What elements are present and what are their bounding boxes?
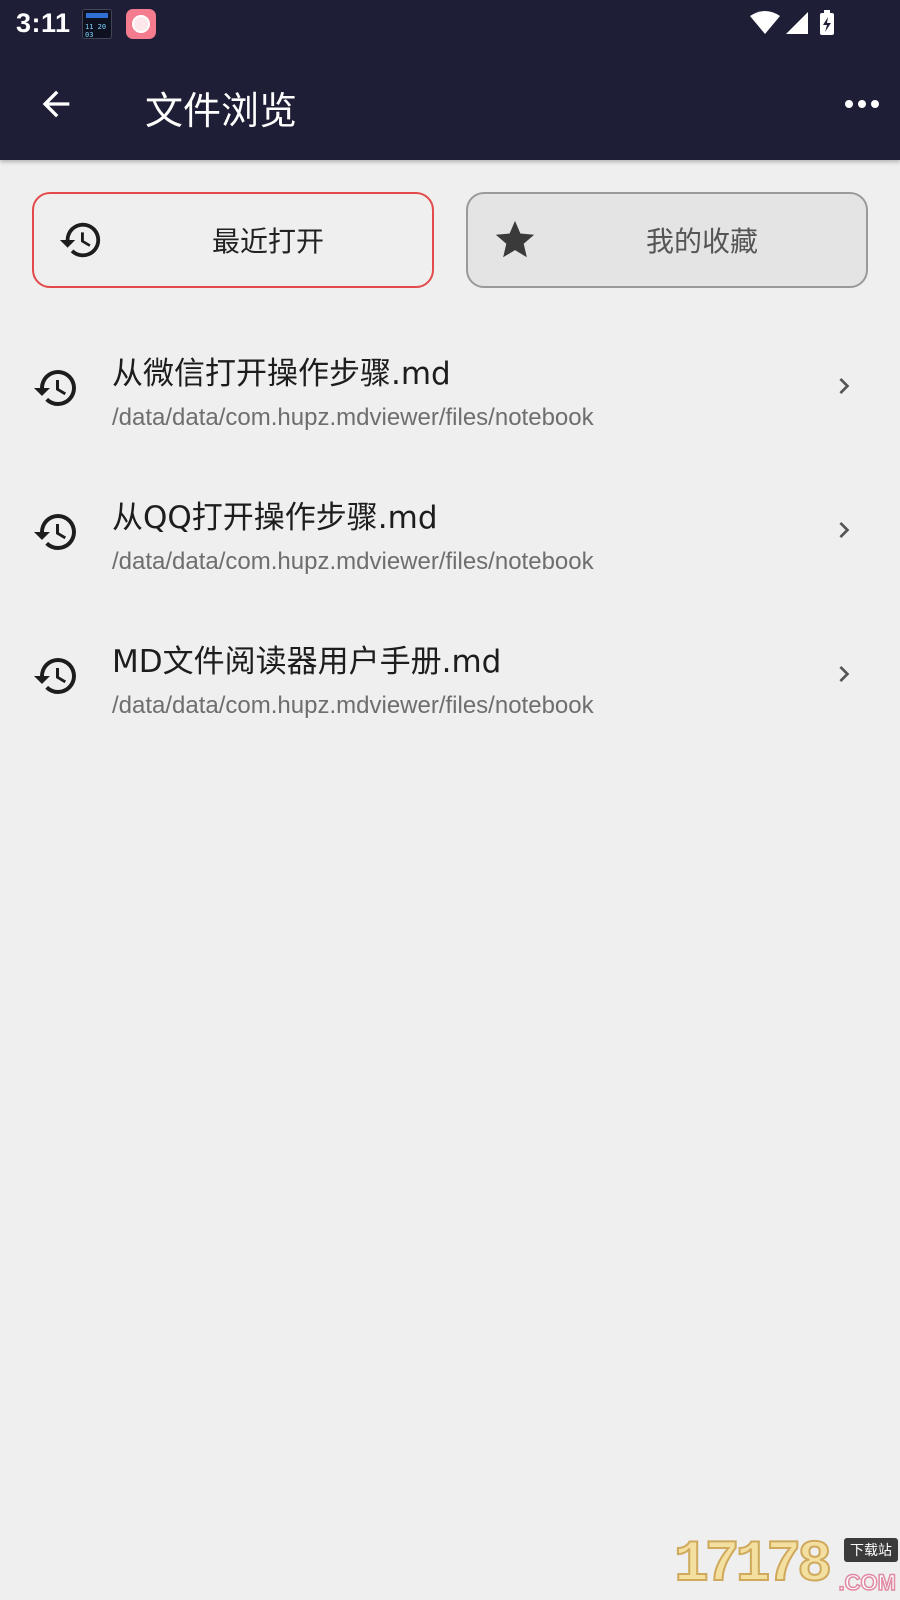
file-list-item[interactable]: 从QQ打开操作步骤.md /data/data/com.hupz.mdviewe… [0, 464, 900, 608]
file-path: /data/data/com.hupz.mdviewer/files/noteb… [112, 548, 594, 575]
back-button[interactable] [30, 78, 82, 130]
watermark-suffix: .COM [838, 1569, 897, 1596]
my-favorites-tab[interactable]: 我的收藏 [466, 192, 868, 288]
widget-digits: 11 20 03 [85, 23, 107, 39]
cellular-signal-icon [786, 12, 808, 34]
history-icon [34, 370, 76, 406]
widget-clock-app-icon: 11 20 03 [82, 9, 112, 39]
file-path: /data/data/com.hupz.mdviewer/files/noteb… [112, 692, 594, 719]
file-path: /data/data/com.hupz.mdviewer/files/noteb… [112, 404, 594, 431]
file-name: 从QQ打开操作步骤.md [112, 500, 438, 536]
more-options-button[interactable] [840, 82, 884, 126]
rice-bowl-app-icon [126, 9, 156, 39]
battery-charging-icon [820, 10, 834, 35]
file-name: MD文件阅读器用户手册.md [112, 644, 502, 680]
site-watermark: 17178 下载站 .COM [673, 1532, 900, 1600]
file-list-item[interactable]: MD文件阅读器用户手册.md /data/data/com.hupz.mdvie… [0, 608, 900, 752]
file-name: 从微信打开操作步骤.md [112, 356, 451, 392]
chevron-right-icon [839, 378, 850, 394]
history-icon [34, 658, 76, 694]
status-bar: 3:11 11 20 03 [0, 0, 900, 48]
status-icons [750, 10, 834, 35]
history-icon [59, 222, 101, 258]
star-icon [495, 220, 535, 258]
file-list-item[interactable]: 从微信打开操作步骤.md /data/data/com.hupz.mdviewe… [0, 320, 900, 464]
wifi-icon [750, 11, 780, 34]
app-toolbar: 文件浏览 [0, 48, 900, 160]
status-time: 3:11 [16, 8, 71, 38]
recent-opened-label: 最近打开 [211, 225, 324, 258]
more-horizontal-icon [845, 100, 879, 108]
chevron-right-icon [839, 522, 850, 538]
recent-files-list: 从微信打开操作步骤.md /data/data/com.hupz.mdviewe… [0, 320, 900, 752]
watermark-tag: 下载站 [844, 1538, 898, 1562]
chevron-right-icon [839, 666, 850, 682]
watermark-digits: 17178 [673, 1532, 833, 1599]
my-favorites-label: 我的收藏 [645, 225, 758, 258]
arrow-back-icon [42, 90, 70, 118]
history-icon [34, 514, 76, 550]
page-title: 文件浏览 [145, 89, 298, 133]
recent-opened-tab[interactable]: 最近打开 [32, 192, 434, 288]
